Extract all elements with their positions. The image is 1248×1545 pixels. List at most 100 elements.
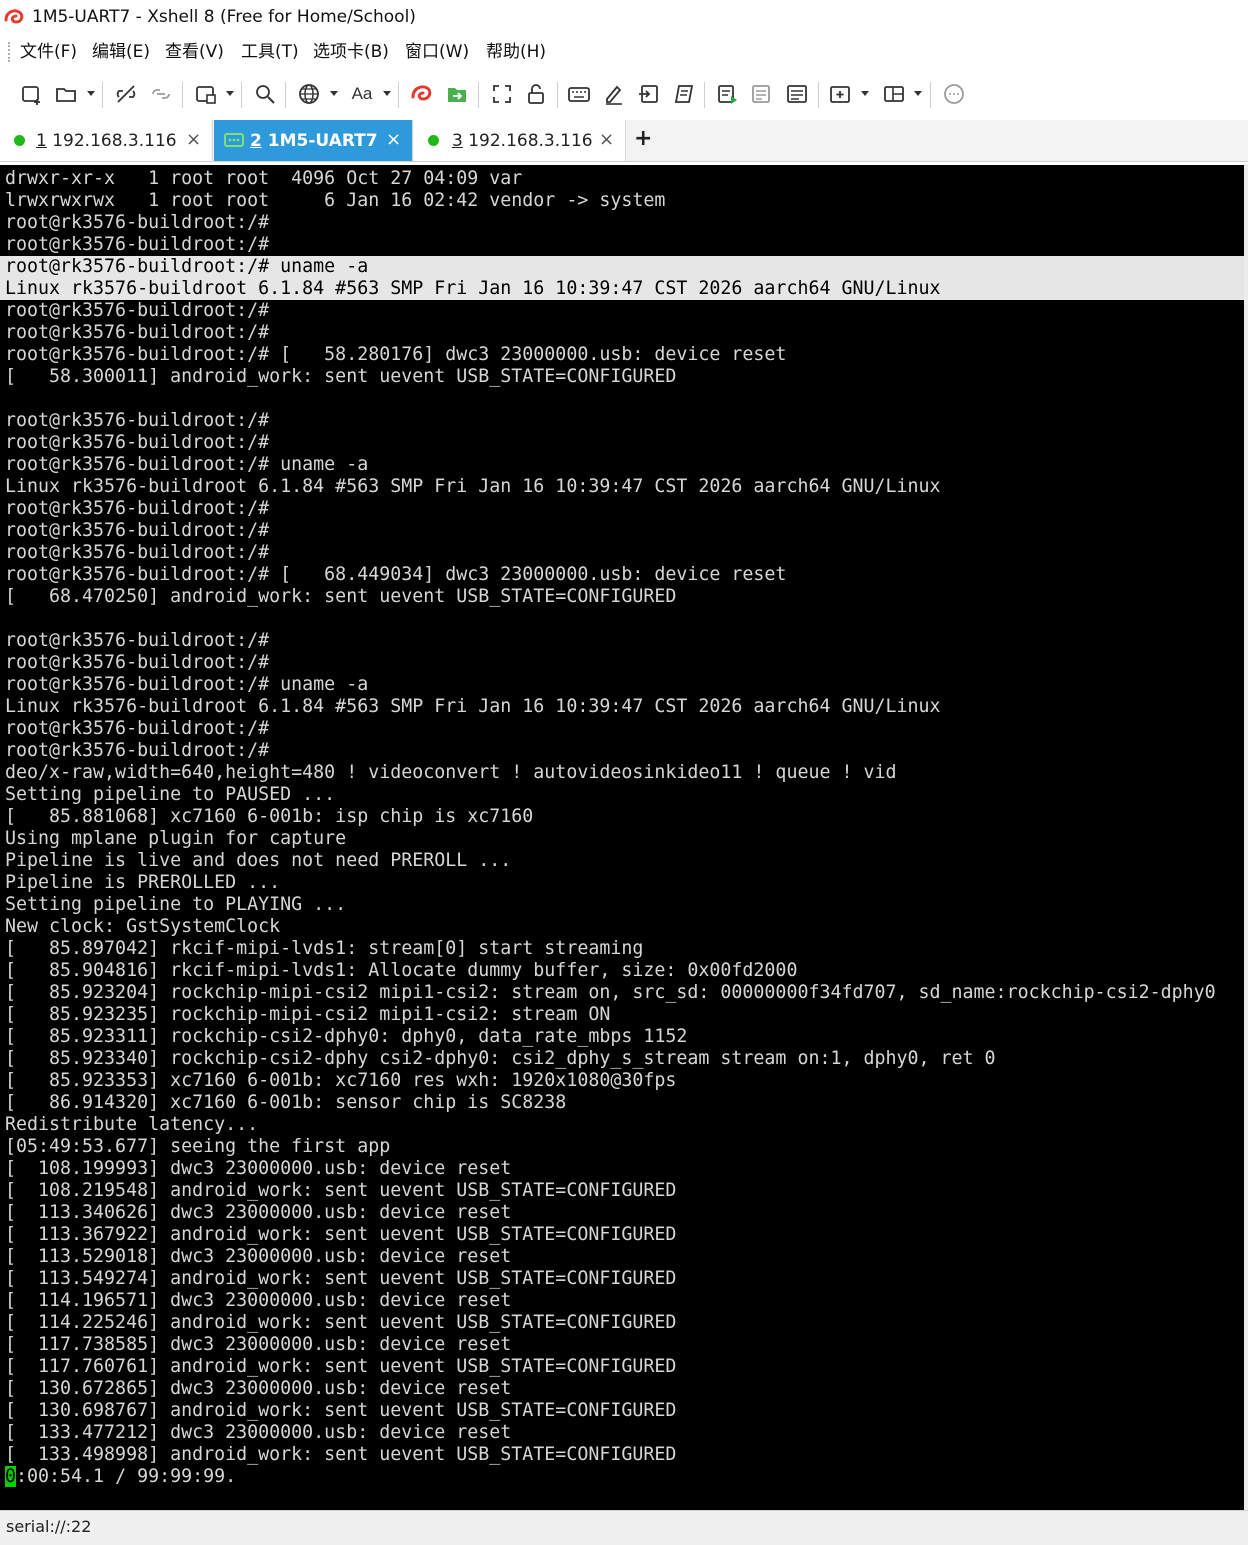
- terminal-line: [ 113.529018] dwc3 23000000.usb: device …: [5, 1246, 512, 1267]
- terminal-line: [ 117.760761] android_work: sent uevent …: [5, 1356, 677, 1377]
- terminal-line: root@rk3576-buildroot:/#: [5, 300, 270, 321]
- close-tab-icon[interactable]: ×: [386, 129, 401, 151]
- connected-status-icon: [428, 135, 439, 146]
- add-tab-dropdown-caret[interactable]: [861, 91, 869, 96]
- terminal-output[interactable]: drwxr-xr-x 1 root root 4096 Oct 27 04:09…: [0, 165, 1248, 1510]
- script-icon[interactable]: [670, 80, 698, 108]
- terminal-line: root@rk3576-buildroot:/# uname -a: [5, 454, 369, 475]
- compose-pane-icon[interactable]: [783, 80, 811, 108]
- title-bar: 1M5-UART7 - Xshell 8 (Free for Home/Scho…: [0, 0, 1248, 34]
- terminal-line: Setting pipeline to PLAYING ...: [5, 894, 347, 915]
- new-session-icon[interactable]: [18, 80, 46, 108]
- terminal-line: [ 85.897042] rkcif-mipi-lvds1: stream[0]…: [5, 938, 644, 959]
- tab-label: 1 192.168.3.116: [36, 131, 177, 151]
- transfer-icon[interactable]: [635, 80, 663, 108]
- menubar-grip: [8, 42, 12, 62]
- terminal-line: [ 133.498998] android_work: sent uevent …: [5, 1444, 677, 1465]
- terminal-line: [ 68.470250] android_work: sent uevent U…: [5, 586, 677, 607]
- add-tab-icon[interactable]: [826, 80, 854, 108]
- menu-help[interactable]: 帮助(H): [486, 41, 546, 63]
- terminal-line: root@rk3576-buildroot:/#: [5, 234, 270, 255]
- menu-window[interactable]: 窗口(W): [405, 41, 469, 63]
- terminal-line: [ 130.698767] android_work: sent uevent …: [5, 1400, 677, 1421]
- lock-icon[interactable]: [522, 80, 550, 108]
- terminal-line: root@rk3576-buildroot:/#: [5, 718, 270, 739]
- terminal-line: [ 85.923353] xc7160 6-001b: xc7160 res w…: [5, 1070, 677, 1091]
- terminal-lines: drwxr-xr-x 1 root root 4096 Oct 27 04:09…: [0, 168, 1248, 1488]
- fullscreen-icon[interactable]: [488, 80, 516, 108]
- terminal-line: [ 85.881068] xc7160 6-001b: isp chip is …: [5, 806, 534, 827]
- window-dropdown-caret[interactable]: [226, 91, 234, 96]
- menu-file[interactable]: 文件(F): [20, 41, 77, 63]
- menu-tools[interactable]: 工具(T): [241, 41, 299, 63]
- terminal-scrollbar[interactable]: [1244, 165, 1248, 1510]
- terminal-line: root@rk3576-buildroot:/#: [5, 410, 270, 431]
- terminal-line: lrwxrwxrwx 1 root root 6 Jan 16 02:42 ve…: [5, 190, 666, 211]
- new-tab-button[interactable]: +: [634, 126, 652, 152]
- terminal-line: Linux rk3576-buildroot 6.1.84 #563 SMP F…: [0, 278, 1248, 300]
- terminal-line: root@rk3576-buildroot:/#: [5, 652, 270, 673]
- tab-session-2[interactable]: 2 1M5-UART7 ×: [214, 120, 413, 161]
- terminal-line: [ 85.923311] rockchip-csi2-dphy0: dphy0,…: [5, 1026, 688, 1047]
- toolbar-separator: [557, 82, 558, 108]
- terminal-line: root@rk3576-buildroot:/#: [5, 432, 270, 453]
- open-folder-icon[interactable]: [52, 80, 80, 108]
- search-icon[interactable]: [251, 80, 279, 108]
- xshell-logo-icon[interactable]: [408, 80, 436, 108]
- chat-icon[interactable]: [940, 80, 968, 108]
- open-dropdown-caret[interactable]: [87, 91, 95, 96]
- connection-address: serial://:22: [6, 1517, 92, 1536]
- xshell-logo-icon: [4, 9, 24, 24]
- globe-icon[interactable]: [295, 80, 323, 108]
- toolbar-separator: [285, 82, 286, 108]
- terminal-line: root@rk3576-buildroot:/#: [5, 630, 270, 651]
- toolbar-separator: [398, 82, 399, 108]
- terminal-line: [ 133.477212] dwc3 23000000.usb: device …: [5, 1422, 512, 1443]
- terminal-line: root@rk3576-buildroot:/#: [5, 322, 270, 343]
- keyboard-icon[interactable]: [565, 80, 593, 108]
- terminal-line: drwxr-xr-x 1 root root 4096 Oct 27 04:09…: [5, 168, 523, 189]
- close-tab-icon[interactable]: ×: [186, 129, 201, 151]
- terminal-line: root@rk3576-buildroot:/# [ 58.280176] dw…: [5, 344, 787, 365]
- terminal-line: root@rk3576-buildroot:/#: [5, 542, 270, 563]
- terminal-line: root@rk3576-buildroot:/#: [5, 212, 270, 233]
- tab-session-3[interactable]: 3 192.168.3.116 ×: [414, 120, 626, 161]
- toolbar-separator: [478, 82, 479, 108]
- layout-dropdown-caret[interactable]: [914, 91, 922, 96]
- new-window-icon[interactable]: [192, 80, 220, 108]
- tab-session-1[interactable]: 1 192.168.3.116 ×: [0, 120, 213, 161]
- font-dropdown-caret[interactable]: [383, 91, 391, 96]
- terminal-line: Pipeline is PREROLLED ...: [5, 872, 281, 893]
- compose-send-icon[interactable]: [714, 80, 742, 108]
- font-label: Aa: [351, 84, 373, 103]
- menu-view[interactable]: 查看(V): [165, 41, 224, 63]
- terminal-line: [ 114.225246] android_work: sent uevent …: [5, 1312, 677, 1333]
- highlight-pen-icon[interactable]: [600, 80, 628, 108]
- tab-label: 2 1M5-UART7: [250, 131, 378, 151]
- reconnect-icon[interactable]: [147, 80, 175, 108]
- terminal-line: Pipeline is live and does not need PRERO…: [5, 850, 512, 871]
- toolbar-separator: [704, 82, 705, 108]
- status-bar: serial://:22: [0, 1510, 1248, 1545]
- disconnect-icon[interactable]: [112, 80, 140, 108]
- terminal-line: New clock: GstSystemClock: [5, 916, 281, 937]
- terminal-line: [ 117.738585] dwc3 23000000.usb: device …: [5, 1334, 512, 1355]
- encoding-dropdown-caret[interactable]: [330, 91, 338, 96]
- font-icon[interactable]: Aa: [348, 80, 376, 108]
- toolbar-separator: [182, 82, 183, 108]
- menu-tab[interactable]: 选项卡(B): [313, 41, 389, 63]
- close-tab-icon[interactable]: ×: [599, 129, 614, 151]
- compose-bar-icon[interactable]: [748, 80, 776, 108]
- terminal-line: root@rk3576-buildroot:/#: [5, 740, 270, 761]
- toolbar-separator: [102, 82, 103, 108]
- terminal-line: root@rk3576-buildroot:/# uname -a: [5, 674, 369, 695]
- layout-icon[interactable]: [880, 80, 908, 108]
- xftp-icon[interactable]: [443, 80, 471, 108]
- menu-edit[interactable]: 编辑(E): [92, 41, 150, 63]
- terminal-line-text: :00:54.1 / 99:99:99.: [16, 1466, 237, 1487]
- menu-bar: 文件(F) 编辑(E) 查看(V) 工具(T) 选项卡(B) 窗口(W) 帮助(…: [0, 34, 1248, 70]
- terminal-line: Linux rk3576-buildroot 6.1.84 #563 SMP F…: [5, 696, 941, 717]
- terminal-line: Redistribute latency...: [5, 1114, 259, 1135]
- terminal-line: [ 85.923204] rockchip-mipi-csi2 mipi1-cs…: [5, 982, 1216, 1003]
